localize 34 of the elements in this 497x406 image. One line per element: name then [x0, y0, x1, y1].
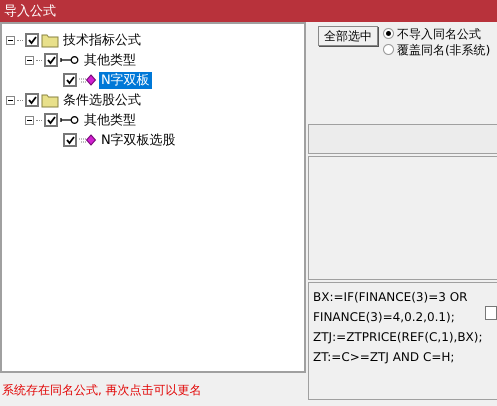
tree-item[interactable]: 条件选股公式 [61, 92, 143, 108]
folder-icon [41, 92, 59, 108]
collapse-icon[interactable] [6, 36, 15, 44]
diamond-icon [79, 134, 97, 146]
collapse-icon[interactable] [25, 56, 34, 64]
code-line: FINANCE(3)=4,0.2,0.1); [313, 309, 456, 326]
checkbox[interactable] [63, 73, 77, 87]
checkbox[interactable] [63, 133, 77, 147]
collapse-icon[interactable] [25, 116, 34, 124]
select-all-button[interactable]: 全部选中 [318, 26, 378, 46]
option-label: 不导入同名公式 [397, 28, 481, 40]
tree-item[interactable]: N字双板选股 [99, 132, 178, 148]
radio-button[interactable] [383, 28, 394, 39]
tree-item[interactable]: 技术指标公式 [61, 32, 143, 48]
collapse-icon[interactable] [6, 96, 15, 104]
key-icon [60, 115, 80, 125]
checkbox[interactable] [44, 113, 58, 127]
checkbox[interactable] [484, 306, 496, 320]
tree-item[interactable]: 其他类型 [82, 112, 138, 128]
checkbox[interactable] [25, 33, 39, 47]
option-label: 覆盖同名(非系统) [397, 44, 490, 56]
status-message: 系统存在同名公式, 再次点击可以更名 [2, 382, 202, 398]
folder-icon [41, 32, 59, 48]
diamond-icon [79, 74, 97, 86]
code-line: ZTJ:=ZTPRICE(REF(C,1),BX); [313, 329, 482, 346]
checkbox[interactable] [25, 93, 39, 107]
code-line: ZT:=C>=ZTJ AND C=H; [313, 349, 456, 366]
key-icon [60, 55, 80, 65]
radio-button[interactable] [383, 44, 394, 55]
window-title: 导入公式 [4, 4, 56, 18]
tree-item[interactable]: N字双板 [99, 72, 152, 88]
checkbox[interactable] [44, 53, 58, 67]
tree-item[interactable]: 其他类型 [82, 52, 138, 68]
code-line: BX:=IF(FINANCE(3)=3 OR [313, 289, 469, 306]
